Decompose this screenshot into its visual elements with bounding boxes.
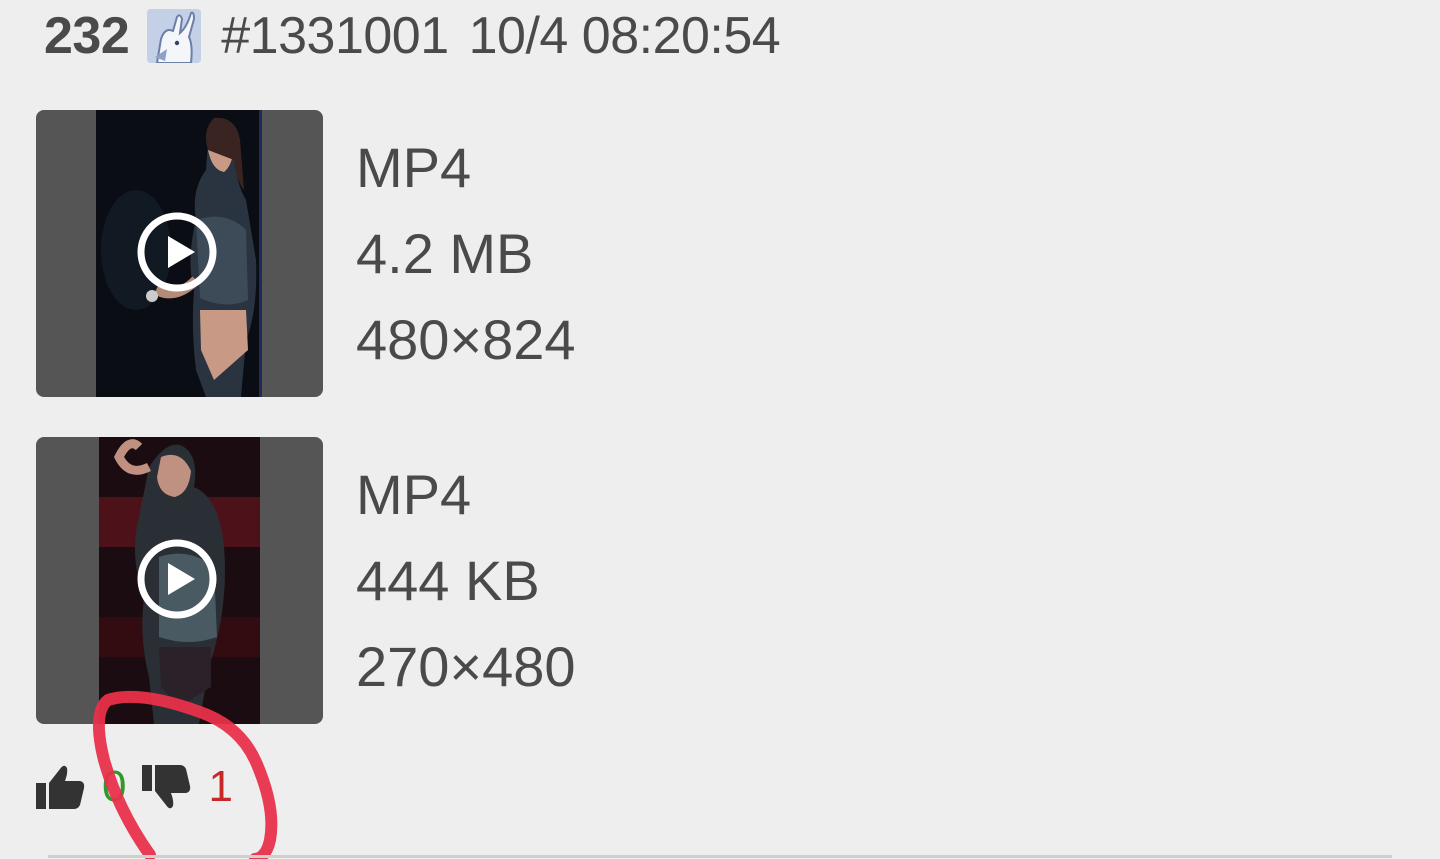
video-thumbnail-1[interactable] — [36, 110, 323, 397]
downvote-count: 1 — [208, 762, 233, 811]
play-icon[interactable] — [137, 212, 217, 292]
attachment-2-info: MP4 444 KB 270×480 — [356, 452, 576, 710]
file-dimensions: 480×824 — [356, 308, 576, 371]
post-timestamp: 10/4 08:20:54 — [468, 7, 781, 65]
video-thumbnail-2[interactable] — [36, 437, 323, 724]
play-icon[interactable] — [137, 539, 217, 619]
upvote-count: 0 — [102, 762, 127, 811]
post-container: 232 #1331001 10/4 08:20:54 MP4 4.2 MB 48… — [0, 0, 1440, 859]
file-dimensions: 270×480 — [356, 635, 576, 698]
file-size: 444 KB — [356, 549, 540, 612]
rabbit-avatar-icon[interactable] — [147, 9, 202, 63]
file-type: MP4 — [356, 463, 472, 526]
file-size: 4.2 MB — [356, 222, 534, 285]
thumbs-down-icon[interactable] — [140, 761, 192, 813]
file-type: MP4 — [356, 136, 472, 199]
thumbs-up-icon[interactable] — [34, 761, 86, 813]
vote-bar: 0 1 — [34, 756, 233, 818]
divider — [48, 855, 1392, 858]
attachment-1-info: MP4 4.2 MB 480×824 — [356, 125, 576, 383]
post-number: 232 — [44, 7, 130, 65]
post-header: 232 #1331001 10/4 08:20:54 — [44, 4, 781, 68]
post-id[interactable]: #1331001 — [221, 6, 449, 66]
